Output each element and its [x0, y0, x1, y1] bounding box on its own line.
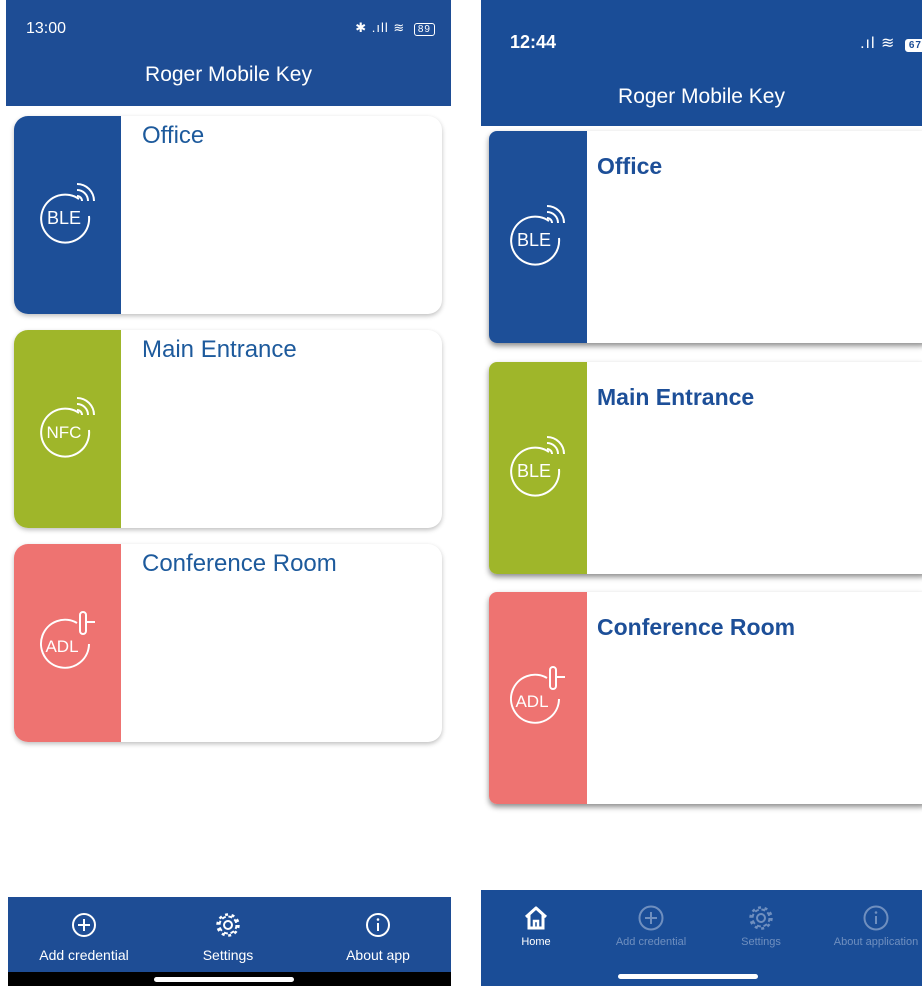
adl-icon: ADL — [39, 611, 95, 669]
status-bar: 13:00 ✱ .ıll ≋ 89 — [6, 0, 451, 44]
credential-card-main-entrance[interactable]: NFC Main Entrance — [14, 330, 442, 528]
credential-card-office[interactable]: BLE Office — [14, 116, 442, 314]
tab-home[interactable]: Home — [506, 890, 566, 948]
tab-about-application[interactable]: About application — [821, 890, 922, 948]
tab-add-credential[interactable]: Add credential — [601, 890, 701, 948]
home-indicator[interactable] — [617, 974, 758, 979]
credential-card-conference-room[interactable]: ADL Conference Room — [489, 592, 922, 804]
card-badge-strip: BLE — [489, 362, 587, 574]
ble-icon: BLE — [510, 436, 565, 497]
bottom-navigation: Add credential Settings About app — [8, 897, 451, 986]
card-badge-strip: ADL — [14, 544, 121, 742]
tab-add-credential[interactable]: Add credential — [22, 897, 146, 963]
android-screen: 13:00 ✱ .ıll ≋ 89 Roger Mobile Key BLE O… — [6, 0, 451, 986]
battery-icon: 67 — [904, 39, 922, 52]
card-title: Office — [597, 153, 663, 179]
signal-icon: .ıl — [860, 35, 876, 52]
tab-label: About application — [833, 936, 919, 948]
card-badge-strip: ADL — [489, 592, 587, 804]
svg-text:BLE: BLE — [46, 208, 80, 228]
svg-text:BLE: BLE — [517, 461, 551, 481]
tab-label: Home — [521, 936, 551, 948]
info-icon — [366, 913, 390, 937]
adl-icon: ADL — [510, 666, 565, 724]
svg-text:ADL: ADL — [515, 692, 548, 711]
tab-settings[interactable]: Settings — [721, 890, 801, 948]
tab-label: About app — [346, 947, 410, 963]
tab-label: Add credential — [615, 936, 687, 948]
ble-icon: BLE — [39, 183, 95, 244]
ios-screen: 12:44 .ıl ≋ 67 Roger Mobile Key BLE Offi… — [481, 0, 922, 986]
wifi-icon: ≋ — [393, 20, 406, 35]
home-indicator[interactable] — [153, 977, 294, 982]
info-icon — [863, 905, 889, 931]
tab-about-app[interactable]: About app — [328, 897, 428, 963]
card-badge-strip: BLE — [14, 116, 121, 314]
gear-icon — [749, 906, 773, 930]
credential-card-office[interactable]: BLE Office — [489, 131, 922, 343]
status-time: 13:00 — [26, 20, 67, 37]
tab-label: Add credential — [39, 947, 129, 963]
home-icon — [524, 906, 548, 930]
app-bar-title: Roger Mobile Key — [481, 70, 922, 126]
bluetooth-icon: ✱ — [355, 20, 368, 35]
nfc-icon: NFC — [39, 397, 95, 458]
card-title: Main Entrance — [142, 336, 297, 363]
status-bar: 12:44 .ıl ≋ 67 — [481, 0, 922, 70]
bottom-tab-bar: Home Add credential Settings About appli… — [481, 890, 922, 986]
card-badge-strip: NFC — [14, 330, 121, 528]
plus-circle-icon — [638, 905, 664, 931]
svg-text:BLE: BLE — [517, 230, 551, 250]
status-icons: ✱ .ıll ≋ 89 — [355, 20, 435, 36]
wifi-icon: ≋ — [881, 35, 896, 52]
svg-text:NFC: NFC — [46, 423, 81, 442]
app-bar-title: Roger Mobile Key — [6, 44, 451, 106]
status-icons: .ıl ≋ 67 — [860, 33, 922, 53]
tab-label: Settings — [741, 936, 781, 948]
status-time: 12:44 — [510, 32, 557, 52]
credential-card-conference-room[interactable]: ADL Conference Room — [14, 544, 442, 742]
ble-icon: BLE — [510, 205, 565, 266]
credential-card-main-entrance[interactable]: BLE Main Entrance — [489, 362, 922, 574]
card-title: Main Entrance — [597, 384, 755, 410]
card-title: Office — [142, 122, 205, 149]
gear-icon — [216, 913, 240, 937]
card-title: Conference Room — [597, 614, 796, 640]
tab-label: Settings — [202, 947, 254, 963]
plus-circle-icon — [72, 913, 96, 937]
battery-icon: 89 — [413, 23, 435, 36]
tab-settings[interactable]: Settings — [178, 897, 278, 963]
card-title: Conference Room — [142, 550, 337, 577]
card-badge-strip: BLE — [489, 131, 587, 343]
svg-text:ADL: ADL — [45, 637, 78, 656]
signal-icon: .ıll — [371, 20, 389, 35]
